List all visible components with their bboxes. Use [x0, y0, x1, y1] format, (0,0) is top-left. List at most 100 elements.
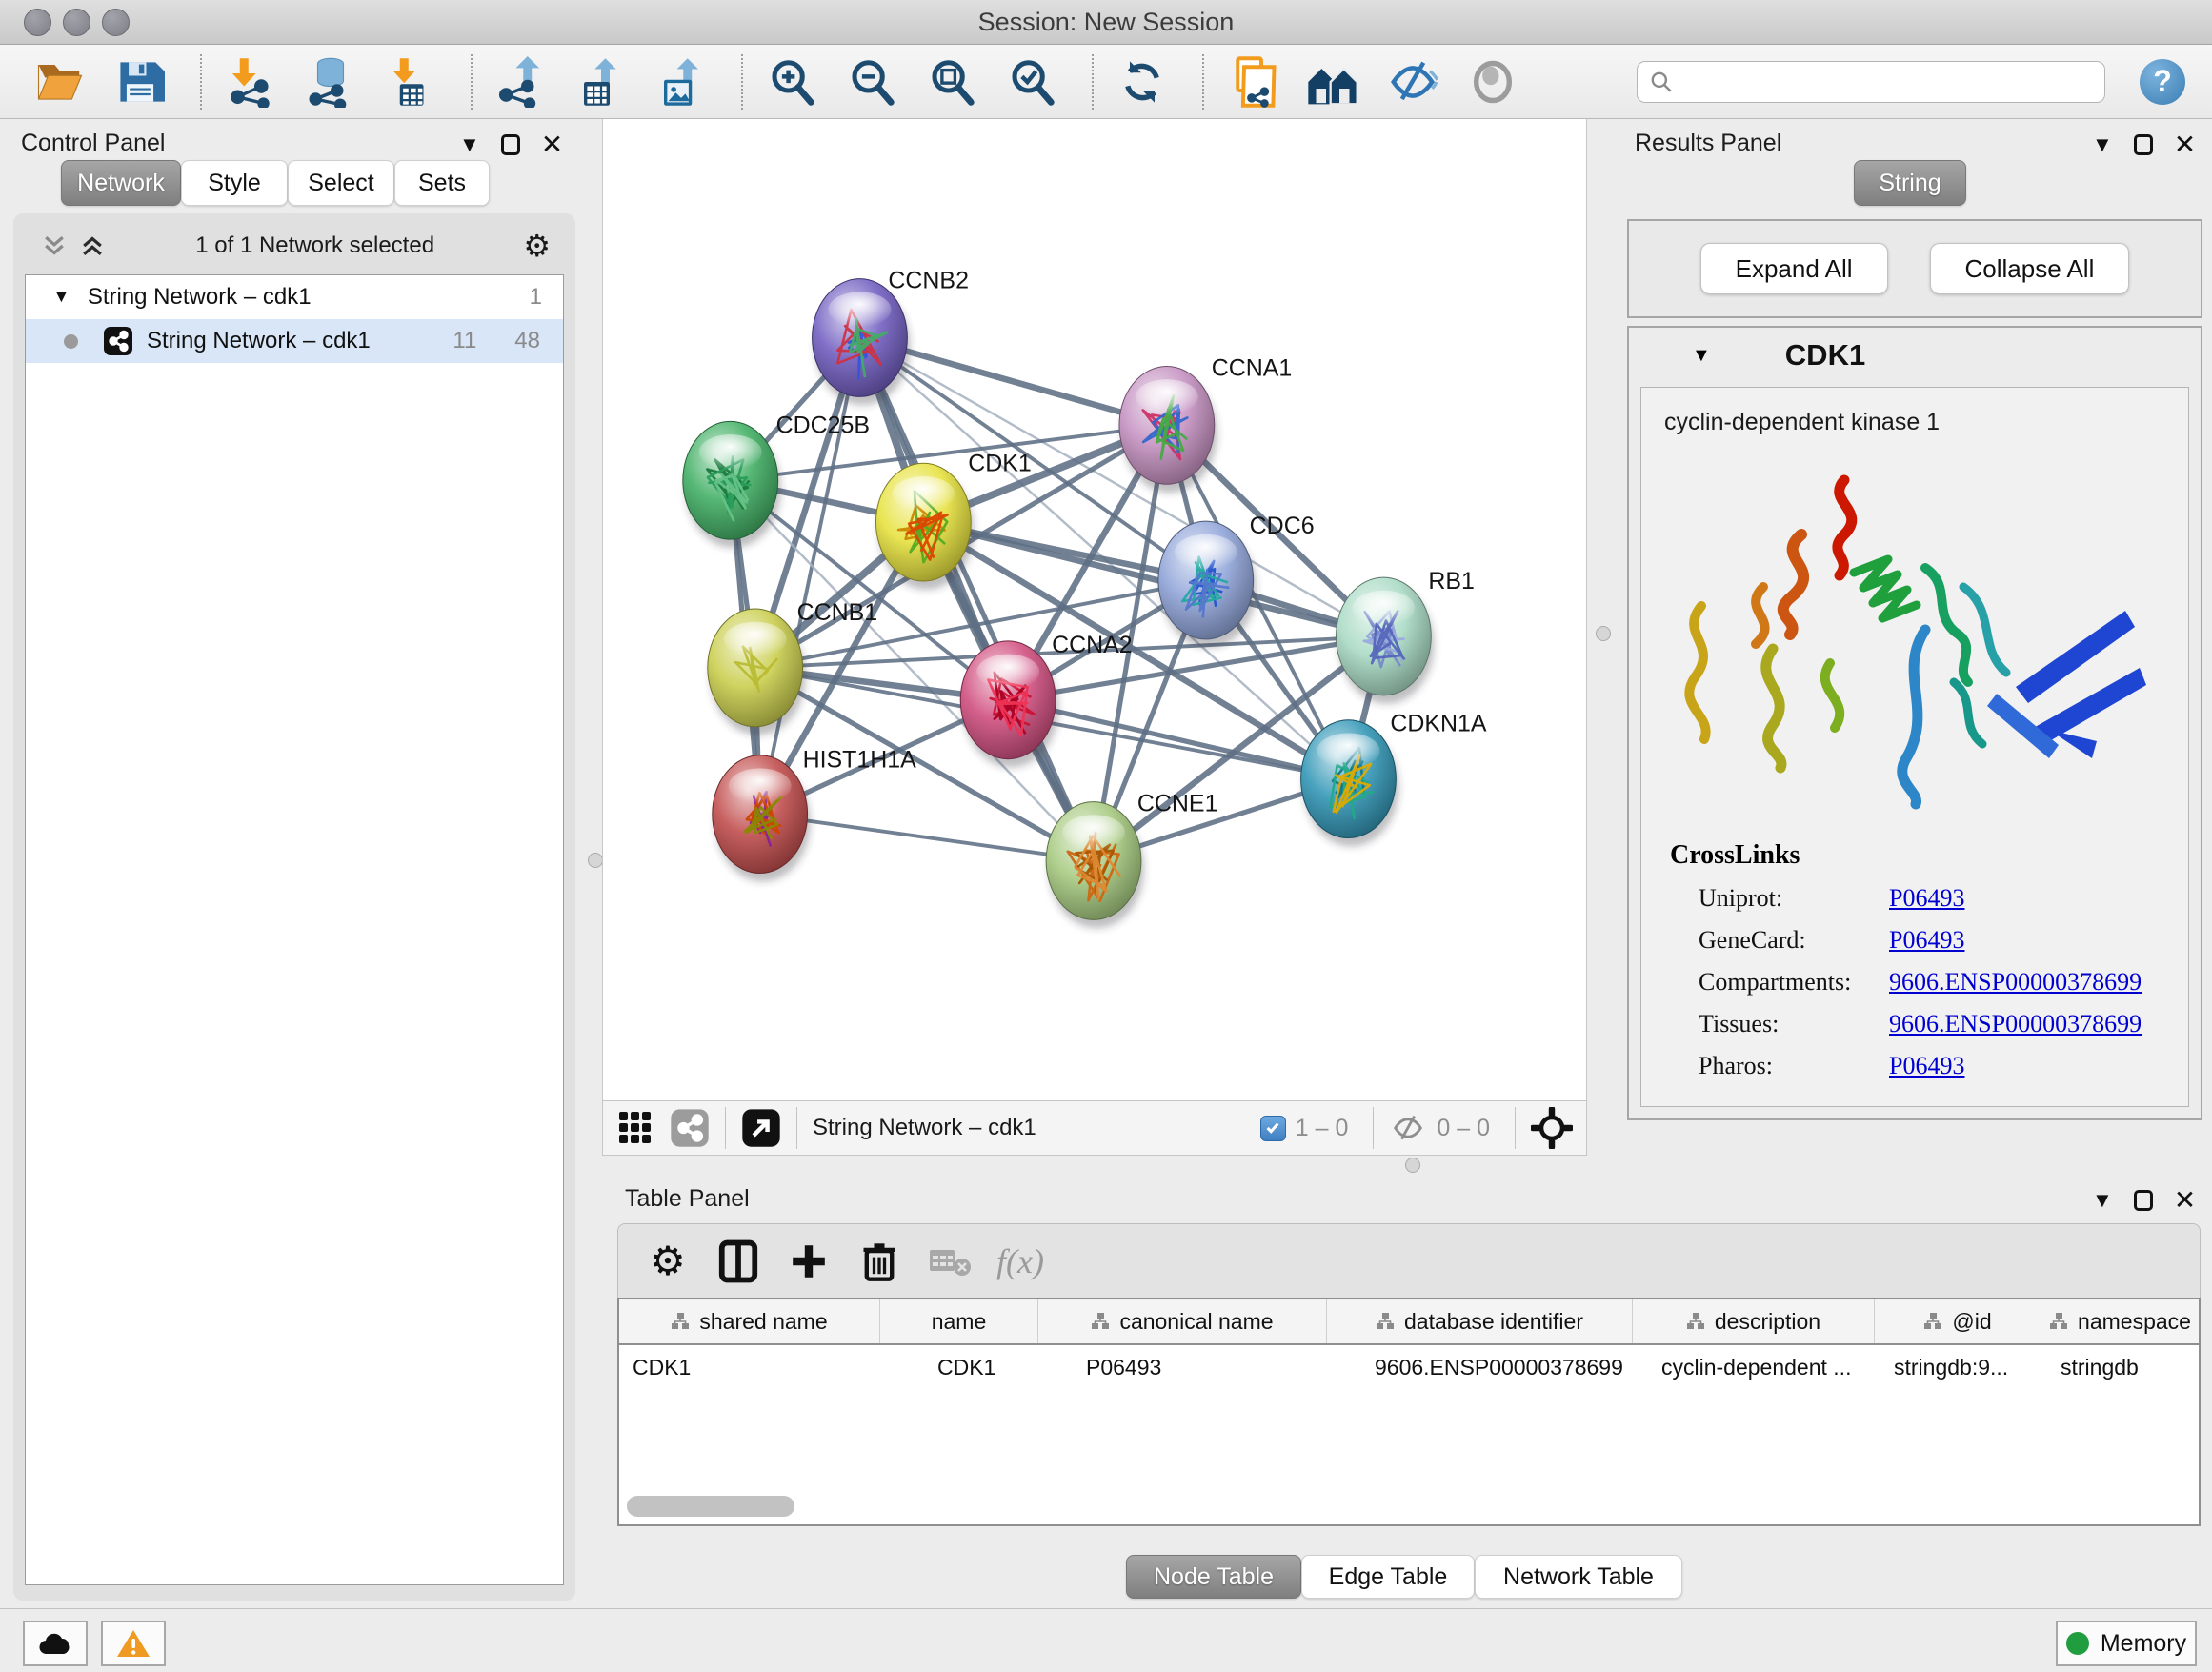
network-row-selected[interactable]: String Network – cdk1 11 48	[26, 319, 563, 363]
save-session-icon[interactable]	[112, 54, 168, 110]
network-canvas[interactable]: CCNB2CCNA1CDC25BCDK1CDC6RB1CCNB1CCNA2CDK…	[602, 119, 1587, 1100]
cell-database-identifier[interactable]: 9606.ENSP00000378699	[1327, 1345, 1633, 1389]
delete-column-trash-icon[interactable]	[853, 1235, 906, 1288]
zoom-in-icon[interactable]	[764, 54, 819, 110]
birdseye-crosshair-icon[interactable]	[1531, 1107, 1573, 1149]
import-network-file-icon[interactable]	[223, 54, 278, 110]
refresh-view-icon[interactable]	[1115, 54, 1170, 110]
crosslink-link[interactable]: P06493	[1889, 1052, 1964, 1080]
crosslink-label: GeneCard:	[1699, 926, 1889, 955]
network-collection-row[interactable]: ▼ String Network – cdk1 1	[26, 275, 563, 319]
help-button[interactable]: ?	[2140, 59, 2185, 105]
collection-expander-icon[interactable]: ▼	[52, 287, 70, 308]
import-network-database-icon[interactable]	[303, 54, 358, 110]
table-header-row: shared name name canonical name database…	[619, 1299, 2199, 1345]
zoom-selected-icon[interactable]	[1004, 54, 1059, 110]
cell-id[interactable]: stringdb:9...	[1875, 1345, 2041, 1389]
tab-style[interactable]: Style	[181, 160, 288, 206]
collapse-all-icon[interactable]	[40, 232, 69, 260]
toolbar-separator	[741, 54, 743, 110]
tab-edge-table[interactable]: Edge Table	[1301, 1555, 1475, 1599]
search-input[interactable]	[1674, 68, 2104, 95]
open-session-icon[interactable]	[32, 54, 88, 110]
column-header-description[interactable]: description	[1633, 1299, 1875, 1343]
panel-float-icon[interactable]	[2134, 134, 2153, 155]
tab-network-table[interactable]: Network Table	[1475, 1555, 1682, 1599]
scrollbar-thumb[interactable]	[627, 1496, 794, 1517]
left-splitter[interactable]	[589, 119, 602, 1608]
string-network-graph[interactable]: CCNB2CCNA1CDC25BCDK1CDC6RB1CCNB1CCNA2CDK…	[603, 119, 1586, 1098]
import-table-file-icon[interactable]	[383, 54, 438, 110]
tab-string-results[interactable]: String	[1854, 160, 1966, 206]
crosslink-row: Pharos:P06493	[1699, 1052, 2188, 1080]
panel-float-icon[interactable]	[2134, 1190, 2153, 1211]
column-header-shared-name[interactable]: shared name	[619, 1299, 880, 1343]
cell-namespace[interactable]: stringdb	[2041, 1345, 2199, 1389]
warnings-button[interactable]	[101, 1621, 166, 1666]
export-table-icon[interactable]	[573, 54, 629, 110]
column-header-database-identifier[interactable]: database identifier	[1327, 1299, 1633, 1343]
expand-all-icon[interactable]	[78, 232, 107, 260]
table-row[interactable]: CDK1 CDK1 P06493 9606.ENSP00000378699 cy…	[619, 1345, 2199, 1389]
tab-select[interactable]: Select	[288, 160, 394, 206]
zoom-fit-icon[interactable]	[924, 54, 979, 110]
gene-expander-icon[interactable]: ▼	[1692, 345, 1711, 367]
panel-float-icon[interactable]	[501, 134, 520, 155]
panel-menu-caret-icon[interactable]: ▼	[2092, 1190, 2113, 1211]
add-column-icon[interactable]	[782, 1235, 835, 1288]
column-header-name[interactable]: name	[880, 1299, 1038, 1343]
node-label-CCNB1: CCNB1	[797, 599, 878, 626]
right-splitter[interactable]	[1587, 119, 1619, 1175]
gene-description: cyclin-dependent kinase 1	[1664, 409, 2188, 436]
gene-entry-header[interactable]: ▼ CDK1	[1629, 328, 2201, 383]
table-settings-gear-icon[interactable]: ⚙	[641, 1235, 694, 1288]
panel-close-icon[interactable]: ✕	[2174, 131, 2196, 158]
memory-button[interactable]: Memory	[2056, 1621, 2197, 1666]
crosslink-link[interactable]: P06493	[1889, 884, 1964, 913]
apply-function-icon[interactable]: f(x)	[994, 1235, 1047, 1288]
column-header-canonical-name[interactable]: canonical name	[1038, 1299, 1327, 1343]
panel-menu-caret-icon[interactable]: ▼	[459, 134, 480, 155]
column-header-namespace[interactable]: namespace	[2041, 1299, 2199, 1343]
expand-all-button[interactable]: Expand All	[1700, 243, 1888, 294]
cell-shared-name[interactable]: CDK1	[619, 1345, 880, 1389]
footer-separator	[1373, 1107, 1374, 1149]
panel-menu-caret-icon[interactable]: ▼	[2092, 134, 2113, 155]
split-columns-icon[interactable]	[712, 1235, 765, 1288]
tab-node-table[interactable]: Node Table	[1126, 1555, 1301, 1599]
cell-description[interactable]: cyclin-dependent ...	[1633, 1345, 1875, 1389]
cell-name[interactable]: CDK1	[880, 1345, 1038, 1389]
grid-view-icon[interactable]	[616, 1109, 654, 1147]
export-network-icon[interactable]	[493, 54, 549, 110]
delete-table-icon[interactable]	[923, 1235, 976, 1288]
toolbar-separator	[471, 54, 473, 110]
node-label-CCNE1: CCNE1	[1137, 791, 1218, 817]
status-bar: Memory	[0, 1608, 2212, 1672]
tab-network[interactable]: Network	[61, 160, 181, 206]
selected-nodes-checkbox[interactable]	[1260, 1116, 1286, 1141]
eye-disabled-icon[interactable]	[1465, 54, 1520, 110]
collapse-all-button[interactable]: Collapse All	[1930, 243, 2130, 294]
horizontal-splitter[interactable]	[602, 1156, 2212, 1175]
panel-close-icon[interactable]: ✕	[2174, 1187, 2196, 1214]
crosslink-row: GeneCard:P06493	[1699, 926, 2188, 955]
export-image-icon[interactable]	[654, 54, 709, 110]
search-box[interactable]	[1637, 61, 2105, 103]
cloud-status-button[interactable]	[23, 1621, 88, 1666]
eye-slash-icon[interactable]	[1385, 54, 1440, 110]
share-document-icon[interactable]	[1225, 54, 1280, 110]
crosslink-link[interactable]: 9606.ENSP00000378699	[1889, 968, 2142, 997]
network-options-gear-icon[interactable]: ⚙	[523, 228, 551, 264]
column-header-id[interactable]: @id	[1875, 1299, 2041, 1343]
crosslink-link[interactable]: 9606.ENSP00000378699	[1889, 1010, 2142, 1038]
zoom-out-icon[interactable]	[844, 54, 899, 110]
open-full-view-icon[interactable]	[741, 1108, 781, 1148]
hidden-elements-eye-slash-icon[interactable]	[1389, 1109, 1427, 1147]
home-networks-icon[interactable]	[1305, 54, 1360, 110]
crosslink-link[interactable]: P06493	[1889, 926, 1964, 955]
tab-sets[interactable]: Sets	[394, 160, 490, 206]
string-share-icon[interactable]	[670, 1108, 710, 1148]
cell-canonical-name[interactable]: P06493	[1038, 1345, 1327, 1389]
panel-close-icon[interactable]: ✕	[541, 131, 563, 158]
table-horizontal-scrollbar[interactable]	[625, 1496, 2193, 1519]
